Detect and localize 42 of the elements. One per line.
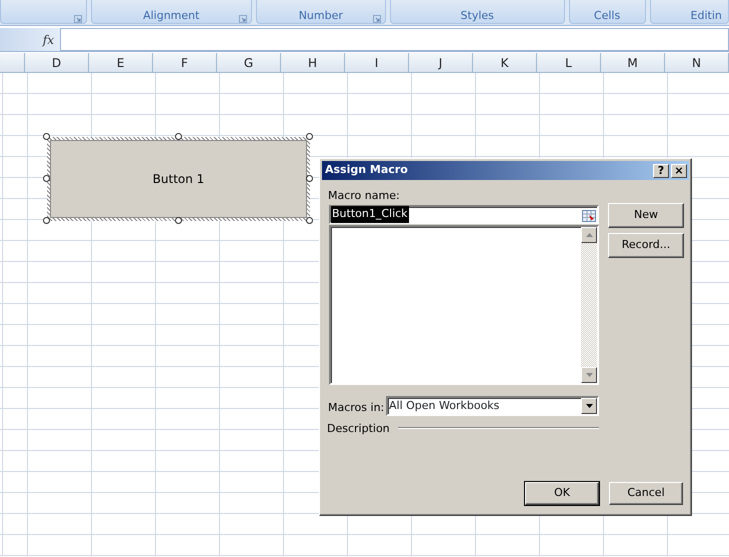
dialog-title: Assign Macro	[325, 162, 409, 178]
field-label: Macros in:	[328, 400, 384, 416]
column-header[interactable]: F	[153, 53, 217, 72]
ribbon-group-label: Cells	[594, 9, 620, 22]
macro-list[interactable]	[329, 225, 599, 385]
column-header[interactable]: M	[601, 53, 665, 72]
formula-input-field[interactable]	[60, 28, 729, 51]
resize-handle[interactable]	[43, 175, 50, 182]
column-header[interactable]: L	[537, 53, 601, 72]
function-label[interactable]: fx	[42, 30, 54, 48]
dropdown-value: All Open Workbooks	[389, 398, 500, 414]
collapse-dialog-icon[interactable]	[582, 208, 596, 224]
resize-handle[interactable]	[43, 133, 50, 140]
resize-handle[interactable]	[306, 217, 313, 224]
help-button[interactable]: ?	[653, 164, 669, 178]
dialog-button[interactable]: Cancel	[609, 482, 683, 505]
selected-text: Button1_Click	[331, 206, 409, 223]
section-label: Description	[327, 421, 390, 437]
close-button[interactable]: ×	[671, 164, 687, 178]
resize-handle[interactable]	[174, 133, 182, 140]
ribbon-group-label: Styles	[460, 9, 494, 22]
ribbon-group-label: Number	[298, 9, 343, 22]
column-header[interactable]: K	[473, 53, 537, 72]
ribbon-group-label: Editin	[690, 9, 722, 22]
column-header[interactable]: H	[281, 53, 345, 72]
macro-name-field[interactable]: Button1_Click	[329, 205, 599, 224]
field-label: Macro name:	[328, 188, 400, 204]
scrollbar-track[interactable]	[581, 227, 597, 383]
ribbon-group-label: Alignment	[143, 9, 200, 22]
macros-in-dropdown[interactable]: All Open Workbooks	[386, 396, 599, 416]
column-header[interactable]: G	[217, 53, 281, 72]
resize-handle[interactable]	[43, 217, 50, 224]
column-header[interactable]: E	[89, 53, 153, 72]
dialog-button[interactable]: New	[608, 203, 684, 228]
dialog-button[interactable]: OK	[525, 482, 599, 505]
resize-handle[interactable]	[306, 133, 313, 140]
column-header[interactable]: N	[665, 53, 729, 72]
column-header[interactable]: D	[25, 53, 89, 72]
resize-handle[interactable]	[306, 175, 313, 182]
column-header[interactable]: I	[345, 53, 409, 72]
column-header[interactable]: J	[409, 53, 473, 72]
dialog-button[interactable]: Record...	[608, 233, 684, 258]
